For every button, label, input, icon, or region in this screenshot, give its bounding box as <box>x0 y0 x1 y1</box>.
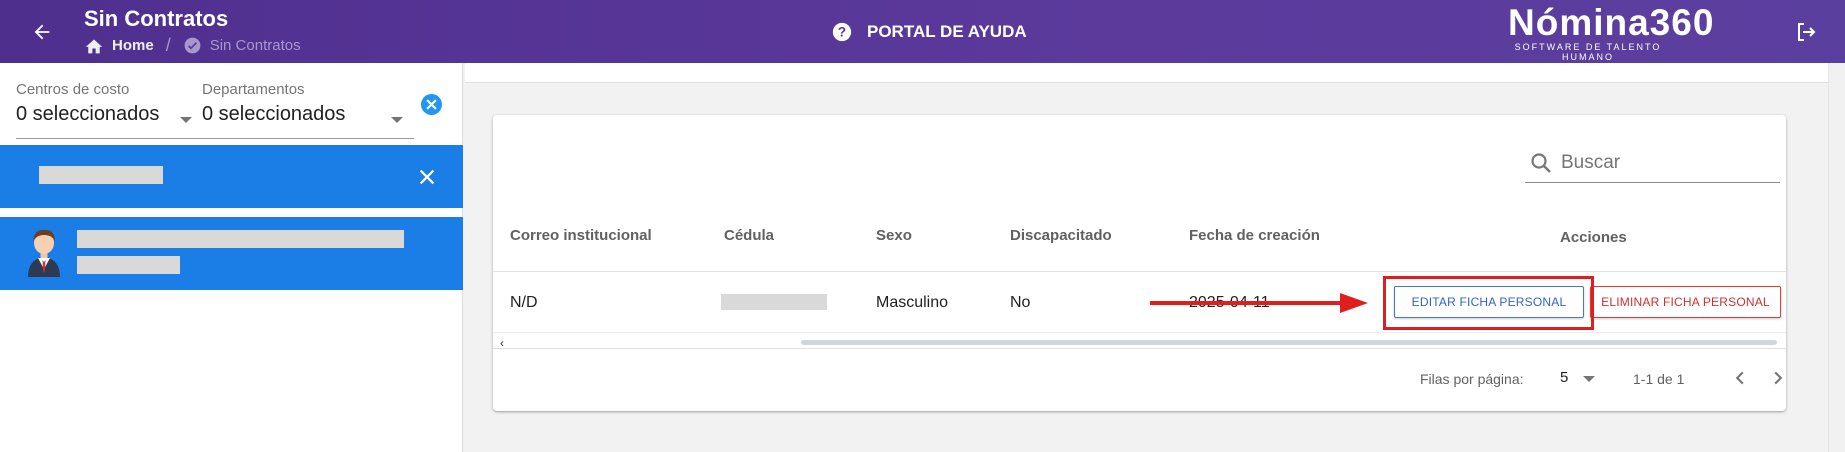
column-header-discapacitado[interactable]: Discapacitado <box>1010 227 1112 244</box>
breadcrumb-home[interactable]: Home <box>84 37 154 55</box>
chevron-down-icon <box>391 117 403 123</box>
app-header: Sin Contratos Home / Sin Contratos ? POR… <box>0 0 1845 63</box>
logo-tagline: SOFTWARE DE TALENTO HUMANO <box>1514 42 1662 62</box>
logout-icon <box>1798 23 1816 41</box>
help-circle-icon: ? <box>832 22 852 42</box>
department-filter[interactable]: Departamentos 0 seleccionados <box>202 81 403 126</box>
department-label: Departamentos <box>202 81 305 98</box>
cost-center-label: Centros de costo <box>16 81 130 98</box>
chevron-down-icon[interactable] <box>1583 376 1595 382</box>
column-header-acciones: Acciones <box>1560 229 1627 246</box>
employee-list-item[interactable] <box>0 217 463 290</box>
delete-personal-record-button[interactable]: ELIMINAR FICHA PERSONAL <box>1590 286 1781 318</box>
close-icon <box>419 169 435 185</box>
scrollbar-thumb[interactable] <box>801 340 1777 345</box>
previous-page-button[interactable] <box>1729 367 1751 389</box>
content-toolbar <box>465 63 1845 83</box>
column-header-cedula[interactable]: Cédula <box>724 227 774 244</box>
cost-center-filter[interactable]: Centros de costo 0 seleccionados <box>16 81 192 126</box>
pagination-range: 1-1 de 1 <box>1633 371 1685 387</box>
employee-table-card: Correo institucional Cédula Sexo Discapa… <box>493 115 1786 411</box>
help-portal-label: PORTAL DE AYUDA <box>867 22 1027 41</box>
edit-personal-record-button[interactable]: EDITAR FICHA PERSONAL <box>1394 286 1584 318</box>
check-circle-icon <box>184 37 201 54</box>
logo-name: Nómina360 <box>1508 2 1715 43</box>
breadcrumb-current-label: Sin Contratos <box>209 37 301 54</box>
table-horizontal-scrollbar[interactable]: ‹ <box>493 332 1786 350</box>
svg-text:?: ? <box>838 25 846 40</box>
breadcrumb-separator: / <box>165 35 171 55</box>
column-header-correo[interactable]: Correo institucional <box>510 227 652 244</box>
chevron-right-icon <box>1774 371 1783 385</box>
chevron-down-icon <box>180 117 192 123</box>
chevron-left-icon <box>1735 371 1744 385</box>
page-title: Sin Contratos <box>84 6 229 31</box>
column-header-fecha[interactable]: Fecha de creación <box>1189 227 1320 244</box>
breadcrumb: Home / Sin Contratos <box>84 35 301 56</box>
cell-discapacitado: No <box>1010 294 1031 311</box>
page-scrollbar[interactable] <box>1828 63 1845 452</box>
search-input[interactable] <box>1561 151 1761 174</box>
close-icon <box>426 99 437 110</box>
user-avatar-icon <box>28 229 60 277</box>
arrow-left-icon <box>34 24 50 40</box>
filter-underline <box>16 138 414 139</box>
logout-button[interactable] <box>1792 18 1820 46</box>
column-header-sexo[interactable]: Sexo <box>876 227 912 244</box>
home-icon <box>85 38 103 53</box>
department-value: 0 seleccionados <box>202 103 346 125</box>
next-page-button[interactable] <box>1767 367 1789 389</box>
table-header-divider <box>493 271 1786 272</box>
redacted-search-text <box>39 166 163 184</box>
table-pagination: Filas por página: 5 1-1 de 1 <box>493 349 1786 411</box>
rows-per-page-select[interactable]: 5 <box>1560 369 1568 386</box>
employee-search-bar[interactable] <box>0 145 463 208</box>
rows-per-page-label: Filas por página: <box>1420 371 1524 387</box>
table-search[interactable] <box>1525 143 1780 183</box>
annotation-arrow-icon <box>1150 293 1368 313</box>
redacted-employee-name <box>77 230 404 248</box>
cell-sexo: Masculino <box>876 294 949 311</box>
redacted-employee-id <box>77 256 180 274</box>
breadcrumb-current: Sin Contratos <box>183 36 301 55</box>
breadcrumb-home-label: Home <box>112 37 154 54</box>
help-portal-link[interactable]: ? PORTAL DE AYUDA <box>831 21 1027 43</box>
back-button[interactable] <box>26 16 58 48</box>
search-icon <box>1531 152 1551 173</box>
app-logo: Nómina360 SOFTWARE DE TALENTO HUMANO <box>1508 2 1715 63</box>
redacted-cedula <box>721 294 827 310</box>
cost-center-value: 0 seleccionados <box>16 103 160 125</box>
employee-list-panel: Centros de costo 0 seleccionados Departa… <box>0 63 463 452</box>
scroll-left-icon[interactable]: ‹ <box>500 336 504 350</box>
clear-search-button[interactable] <box>415 165 439 189</box>
cell-correo: N/D <box>510 294 538 311</box>
clear-filters-button[interactable] <box>421 94 442 115</box>
